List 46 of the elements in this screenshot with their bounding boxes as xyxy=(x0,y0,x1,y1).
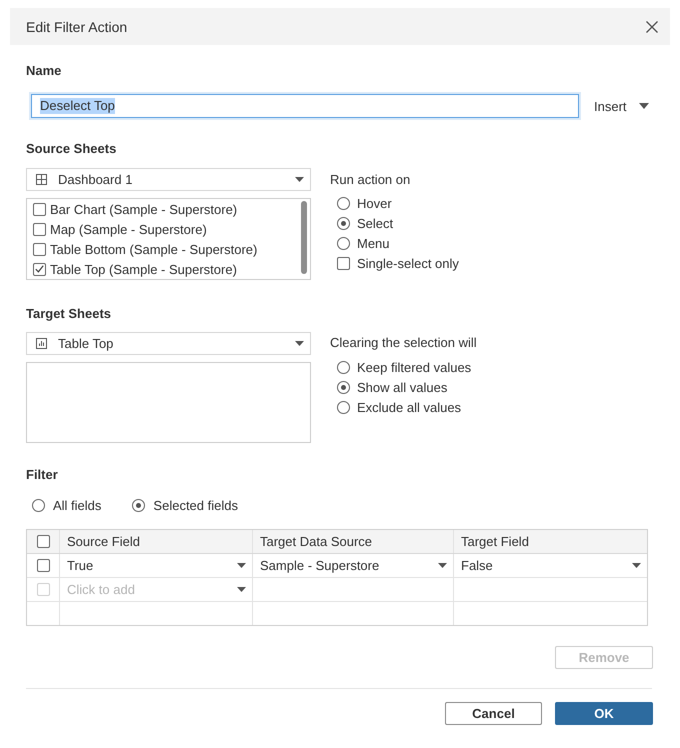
caret-icon xyxy=(438,563,447,568)
radio-option[interactable]: Show all values xyxy=(337,377,653,397)
radio-option[interactable]: Select xyxy=(337,213,653,233)
insert-menu-button[interactable]: Insert xyxy=(591,95,652,117)
caret-icon xyxy=(638,103,649,109)
caret-icon xyxy=(632,563,641,568)
cancel-button[interactable]: Cancel xyxy=(445,702,542,725)
caret-icon xyxy=(295,177,304,182)
dialog-title: Edit Filter Action xyxy=(26,18,128,34)
sheet-dropdown[interactable]: Table Top xyxy=(26,332,311,355)
radio-option[interactable]: Menu xyxy=(337,233,653,253)
sheet-checkbox-option[interactable]: Table Bottom (Sample - Superstore) xyxy=(33,239,310,259)
field-dropdown[interactable]: False xyxy=(453,554,647,577)
scrollbar-thumb[interactable] xyxy=(301,201,307,274)
column-header: Source Field xyxy=(59,530,252,553)
select-all-checkbox[interactable] xyxy=(36,535,50,548)
group-label: Clearing the selection will xyxy=(330,335,478,351)
group-label: Run action on xyxy=(330,172,412,188)
sheet-checkbox-option[interactable]: Bar Chart (Sample - Superstore) xyxy=(33,199,310,219)
radio-option[interactable]: Hover xyxy=(337,193,653,213)
close-button[interactable] xyxy=(644,18,660,34)
sheet-checkbox-option[interactable]: Table Top (Sample - Superstore) xyxy=(33,259,310,279)
section-label: Filter xyxy=(26,467,59,483)
ok-button[interactable]: OK xyxy=(555,702,653,725)
checkbox-option[interactable]: Single-select only xyxy=(337,253,653,273)
caret-icon xyxy=(237,587,246,592)
caret-icon xyxy=(237,563,246,568)
radio-option[interactable]: Keep filtered values xyxy=(337,357,653,377)
section-label: Name xyxy=(26,63,62,79)
bar-chart-icon xyxy=(36,338,47,349)
radio-option[interactable]: Exclude all values xyxy=(337,397,653,417)
radio-option[interactable]: Selected fields xyxy=(132,497,238,513)
sheet-dropdown[interactable]: Dashboard 1 xyxy=(26,168,311,191)
section-label: Target Sheets xyxy=(26,306,112,322)
column-header: Target Field xyxy=(453,530,647,553)
section-label: Source Sheets xyxy=(26,141,118,157)
field-dropdown[interactable]: Sample - Superstore xyxy=(252,554,453,577)
close-icon xyxy=(646,20,658,32)
name-field[interactable]: Deselect Top xyxy=(31,94,579,118)
row-checkbox[interactable] xyxy=(36,559,50,572)
caret-icon xyxy=(295,341,304,346)
sheet-checkbox-option[interactable]: Map (Sample - Superstore) xyxy=(33,219,310,239)
dashboard-grid-icon xyxy=(36,174,47,185)
radio-option[interactable]: All fields xyxy=(32,497,102,513)
field-dropdown[interactable]: True xyxy=(59,554,252,577)
column-header: Target Data Source xyxy=(252,530,453,553)
